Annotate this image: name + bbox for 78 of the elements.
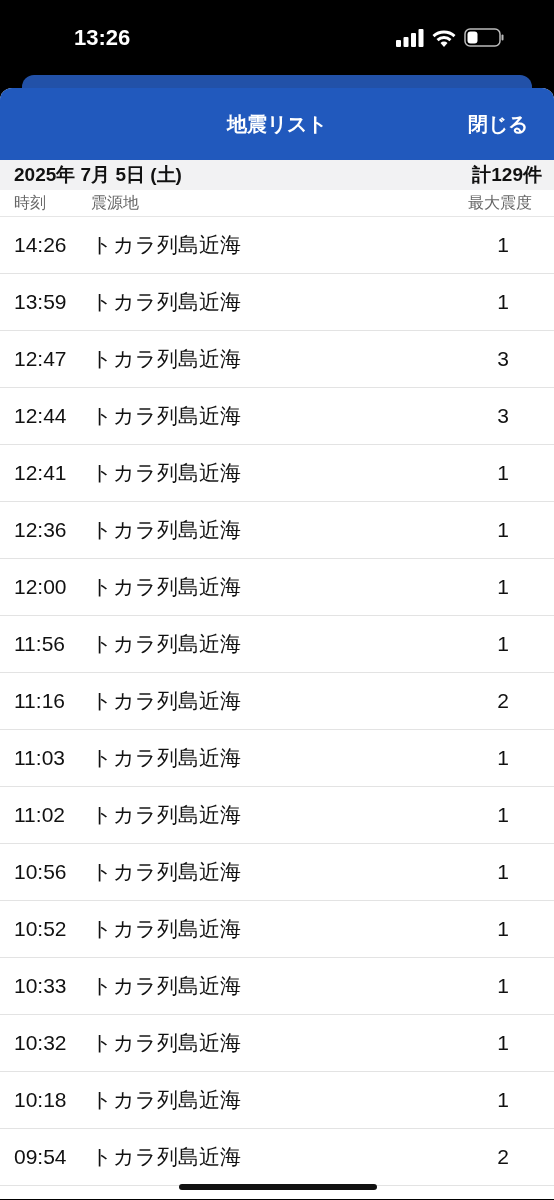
column-header: 最大震度 [468,192,532,213]
close-button[interactable]: 閉じる [468,110,528,138]
time-cell-text: 11:02 [14,803,66,827]
time-cell-text: 12:41 [14,461,68,485]
earthquake-row[interactable]: 12:41 トカラ列島近海 1 [0,445,554,502]
intensity-cell-text: 1 [496,575,510,599]
epicenter-cell-text: トカラ列島近海 [91,1030,242,1056]
intensity-cell-text: 3 [496,347,510,371]
epicenter-cell-text: トカラ列島近海 [91,688,242,714]
epicenter-cell-text: トカラ列島近海 [91,916,242,942]
earthquake-row[interactable]: 12:47 トカラ列島近海 3 [0,331,554,388]
earthquake-row[interactable]: 12:36 トカラ列島近海 1 [0,502,554,559]
earthquake-row[interactable]: 10:32 トカラ列島近海 1 [0,1015,554,1072]
earthquake-row[interactable]: 10:33 トカラ列島近海 1 [0,958,554,1015]
epicenter-cell-text: トカラ列島近海 [91,631,242,657]
intensity-cell-text: 1 [496,461,510,485]
intensity-cell-text: 1 [496,1088,510,1112]
time-cell-text: 10:18 [14,1088,68,1112]
intensity-cell-text: 1 [496,860,510,884]
earthquake-row[interactable]: 11:02 トカラ列島近海 1 [0,787,554,844]
epicenter-cell-text: トカラ列島近海 [91,859,242,885]
earthquake-row[interactable]: 10:52 トカラ列島近海 1 [0,901,554,958]
status-time: 13:26 [74,24,131,51]
time-cell-text: 12:44 [14,404,68,428]
time-cell-text: 11:16 [14,689,66,713]
epicenter-cell-text: トカラ列島近海 [91,802,242,828]
intensity-cell-text: 1 [496,518,510,542]
time-cell-text: 10:33 [14,974,68,998]
total-count: 計129件 [472,163,542,187]
time-cell-text: 12:47 [14,347,68,371]
time-cell-text: 11:56 [14,632,66,656]
earthquake-row[interactable]: 11:16 トカラ列島近海 2 [0,673,554,730]
earthquake-row[interactable]: 10:18 トカラ列島近海 1 [0,1072,554,1129]
time-cell-text: 12:00 [14,575,68,599]
epicenter-cell-text: トカラ列島近海 [91,517,242,543]
intensity-cell-text: 1 [496,290,510,314]
earthquake-row[interactable]: 12:44 トカラ列島近海 3 [0,388,554,445]
time-cell-text: 11:03 [14,746,66,770]
earthquake-row[interactable]: 11:03 トカラ列島近海 1 [0,730,554,787]
intensity-cell-text: 2 [496,689,510,713]
time-cell-text: 13:59 [14,290,68,314]
screen-title: 地震リスト [227,111,327,137]
intensity-cell-text: 2 [496,1145,510,1169]
earthquake-row[interactable]: 13:59 トカラ列島近海 1 [0,274,554,331]
intensity-cell-text: 1 [496,233,510,257]
epicenter-cell-text: トカラ列島近海 [91,574,242,600]
battery-icon [464,28,504,47]
time-cell-text: 10:56 [14,860,68,884]
date-label: 2025年 7月 5日 (土) [14,163,182,187]
epicenter-cell-text: トカラ列島近海 [91,460,242,486]
earthquake-row[interactable]: 11:56 トカラ列島近海 1 [0,616,554,673]
earthquake-row[interactable]: 10:56 トカラ列島近海 1 [0,844,554,901]
time-cell-text: 12:36 [14,518,68,542]
column-header: 震源地 [91,192,140,213]
intensity-cell-text: 1 [496,1031,510,1055]
intensity-cell-text: 1 [496,746,510,770]
epicenter-cell-text: トカラ列島近海 [91,745,242,771]
epicenter-cell-text: トカラ列島近海 [91,289,242,315]
epicenter-cell-text: トカラ列島近海 [91,346,242,372]
wifi-icon [432,28,456,47]
intensity-cell-text: 1 [496,917,510,941]
epicenter-cell-text: トカラ列島近海 [91,1144,242,1170]
intensity-cell-text: 3 [496,404,510,428]
signal-icon [396,28,424,47]
epicenter-cell-text: トカラ列島近海 [91,973,242,999]
epicenter-cell-text: トカラ列島近海 [91,1087,242,1113]
intensity-cell-text: 1 [496,803,510,827]
earthquake-row[interactable]: 14:26 トカラ列島近海 1 [0,217,554,274]
intensity-cell-text: 1 [496,974,510,998]
earthquake-row[interactable]: 12:00 トカラ列島近海 1 [0,559,554,616]
time-cell-text: 14:26 [14,233,68,257]
column-header: 時刻 [14,192,47,213]
epicenter-cell-text: トカラ列島近海 [91,403,242,429]
epicenter-cell-text: トカラ列島近海 [91,232,242,258]
time-cell-text: 09:54 [14,1145,68,1169]
time-cell-text: 10:32 [14,1031,68,1055]
time-cell-text: 10:52 [14,917,68,941]
intensity-cell-text: 1 [496,632,510,656]
